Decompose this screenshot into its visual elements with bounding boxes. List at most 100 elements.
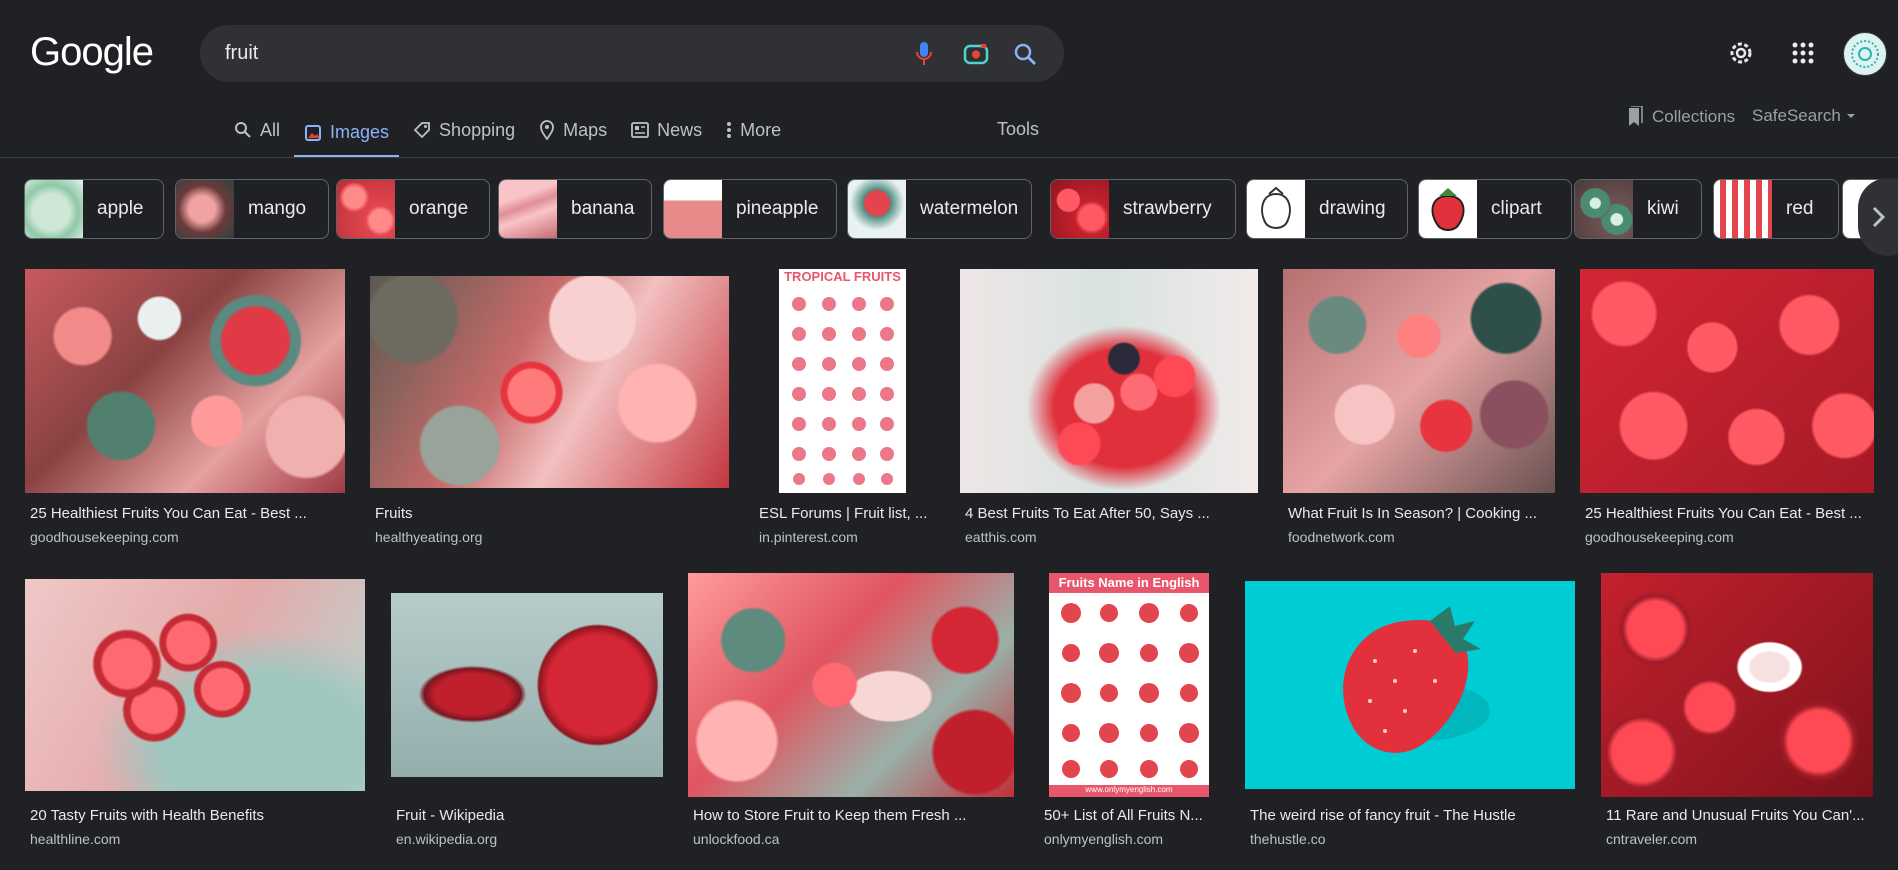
search-input[interactable]: fruit xyxy=(225,42,258,65)
search-icon[interactable] xyxy=(1011,40,1039,68)
chip-strawberry[interactable]: strawberry xyxy=(1050,179,1236,239)
chip-pineapple[interactable]: pineapple xyxy=(663,179,837,239)
result-title[interactable]: 11 Rare and Unusual Fruits You Can'... xyxy=(1606,807,1865,824)
gear-icon[interactable] xyxy=(1724,36,1758,70)
tab-label: All xyxy=(260,119,281,140)
result-title[interactable]: Fruits xyxy=(375,505,413,522)
tab-images[interactable]: Images xyxy=(294,110,400,158)
chip-label: clipart xyxy=(1491,198,1542,219)
microphone-icon[interactable] xyxy=(910,40,938,68)
chip-red[interactable]: red xyxy=(1713,179,1839,239)
result-source[interactable]: onlymyenglish.com xyxy=(1044,831,1163,847)
tab-label: More xyxy=(740,119,782,140)
result-title[interactable]: The weird rise of fancy fruit - The Hust… xyxy=(1250,807,1516,824)
image-result[interactable]: The weird rise of fancy fruit - The Hust… xyxy=(1245,581,1575,851)
clipart-thumbnail xyxy=(1419,180,1477,238)
result-source[interactable]: thehustle.co xyxy=(1250,831,1326,847)
google-logo[interactable]: Google xyxy=(30,30,154,75)
result-source[interactable]: unlockfood.ca xyxy=(693,831,779,847)
image-result[interactable]: 25 Healthiest Fruits You Can Eat - Best … xyxy=(1580,269,1874,549)
apps-grid-icon[interactable] xyxy=(1786,36,1820,70)
result-title[interactable]: 25 Healthiest Fruits You Can Eat - Best … xyxy=(1585,505,1862,522)
strawberry-thumbnail xyxy=(1051,180,1109,238)
result-source[interactable]: cntraveler.com xyxy=(1606,831,1697,847)
chip-watermelon[interactable]: watermelon xyxy=(847,179,1032,239)
result-title[interactable]: ESL Forums | Fruit list, ... xyxy=(759,505,927,522)
result-title[interactable]: 4 Best Fruits To Eat After 50, Says ... xyxy=(965,505,1210,522)
result-source[interactable]: foodnetwork.com xyxy=(1288,529,1395,545)
chip-label: watermelon xyxy=(920,198,1019,219)
search-box[interactable]: fruit xyxy=(200,25,1064,82)
tab-news[interactable]: News xyxy=(621,110,712,150)
collections-label: Collections xyxy=(1652,107,1736,126)
image-result[interactable]: Fruits Name in English www.onlymyenglish… xyxy=(1039,573,1219,851)
result-title[interactable]: How to Store Fruit to Keep them Fresh ..… xyxy=(693,807,966,824)
apple-thumbnail xyxy=(25,180,83,238)
safesearch-label: SafeSearch xyxy=(1752,106,1841,125)
tab-more[interactable]: More xyxy=(716,110,791,150)
image-result[interactable]: Fruits healthyeating.org xyxy=(370,276,730,549)
mango-thumbnail xyxy=(176,180,234,238)
result-source[interactable]: in.pinterest.com xyxy=(759,529,858,545)
header-divider xyxy=(0,157,1898,158)
image-result[interactable]: 25 Healthiest Fruits You Can Eat - Best … xyxy=(25,269,345,549)
chips-next-button[interactable] xyxy=(1858,178,1898,256)
chip-mango[interactable]: mango xyxy=(175,179,329,239)
result-title[interactable]: 50+ List of All Fruits N... xyxy=(1044,807,1203,824)
result-title[interactable]: What Fruit Is In Season? | Cooking ... xyxy=(1288,505,1537,522)
image-result[interactable]: 11 Rare and Unusual Fruits You Can'... c… xyxy=(1601,573,1873,851)
result-source[interactable]: healthyeating.org xyxy=(375,529,482,545)
result-title[interactable]: 20 Tasty Fruits with Health Benefits xyxy=(30,807,264,824)
image-result[interactable]: Fruit - Wikipedia en.wikipedia.org xyxy=(391,593,663,851)
tag-icon xyxy=(413,122,430,139)
kiwi-thumbnail xyxy=(1575,180,1633,238)
chip-label: orange xyxy=(409,198,469,219)
image-result[interactable]: What Fruit Is In Season? | Cooking ... f… xyxy=(1283,269,1555,549)
result-source[interactable]: en.wikipedia.org xyxy=(396,831,497,847)
tab-shopping[interactable]: Shopping xyxy=(403,110,525,150)
result-title[interactable]: 25 Healthiest Fruits You Can Eat - Best … xyxy=(30,505,307,522)
dropdown-arrow-icon xyxy=(1846,114,1855,118)
collections-button[interactable]: Collections xyxy=(1626,106,1735,128)
result-source[interactable]: goodhousekeeping.com xyxy=(30,529,179,545)
chip-orange[interactable]: orange xyxy=(336,179,490,239)
result-source[interactable]: healthline.com xyxy=(30,831,120,847)
chip-drawing[interactable]: drawing xyxy=(1246,179,1408,239)
poster-footer: www.onlymyenglish.com xyxy=(1049,785,1209,797)
search-icon xyxy=(235,122,251,138)
chip-label: drawing xyxy=(1319,198,1386,219)
image-result[interactable]: How to Store Fruit to Keep them Fresh ..… xyxy=(688,573,1014,851)
chip-label: mango xyxy=(248,198,307,219)
camera-lens-icon[interactable] xyxy=(962,40,990,68)
chevron-right-icon xyxy=(1872,206,1886,228)
result-thumbnail: TROPICAL FRUITS xyxy=(779,269,906,493)
result-thumbnail xyxy=(1601,573,1873,797)
result-source[interactable]: goodhousekeeping.com xyxy=(1585,529,1734,545)
safesearch-button[interactable]: SafeSearch xyxy=(1752,106,1857,126)
pin-icon xyxy=(540,120,555,140)
tab-maps[interactable]: Maps xyxy=(529,110,617,150)
result-thumbnail xyxy=(25,579,365,791)
result-thumbnail xyxy=(391,593,663,777)
tab-all[interactable]: All xyxy=(224,110,290,150)
image-result[interactable]: TROPICAL FRUITS ESL Forums | Fruit list,… xyxy=(754,269,954,549)
chip-label: kiwi xyxy=(1647,198,1679,219)
chip-banana[interactable]: banana xyxy=(498,179,652,239)
red-thumbnail xyxy=(1714,180,1772,238)
avatar[interactable] xyxy=(1843,32,1887,76)
chip-label: pineapple xyxy=(736,198,819,219)
result-title[interactable]: Fruit - Wikipedia xyxy=(396,807,504,824)
bookmark-icon xyxy=(1629,106,1643,126)
tools-button[interactable]: Tools xyxy=(997,119,1039,140)
chip-kiwi[interactable]: kiwi xyxy=(1574,179,1702,239)
chip-clipart[interactable]: clipart xyxy=(1418,179,1572,239)
search-tabs: All Images Shopping Maps News More xyxy=(224,110,795,158)
tab-label: Shopping xyxy=(439,119,516,140)
more-vert-icon xyxy=(727,122,732,138)
result-source[interactable]: eatthis.com xyxy=(965,529,1037,545)
image-result[interactable]: 4 Best Fruits To Eat After 50, Says ... … xyxy=(960,269,1258,549)
chip-apple[interactable]: apple xyxy=(24,179,164,239)
image-result[interactable]: 20 Tasty Fruits with Health Benefits hea… xyxy=(25,579,365,851)
chip-label: red xyxy=(1786,198,1814,219)
banana-thumbnail xyxy=(499,180,557,238)
